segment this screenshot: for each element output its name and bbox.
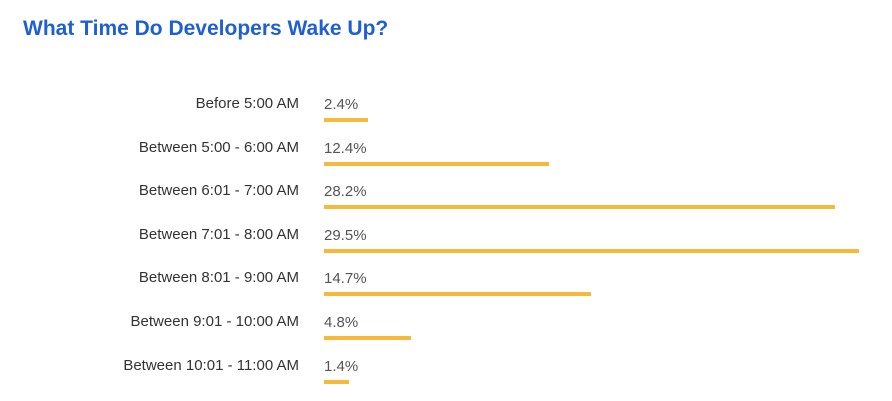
bar-row: Between 10:01 - 11:00 AM 1.4% xyxy=(0,357,892,401)
value-label: 28.2% xyxy=(324,183,367,201)
category-label: Between 10:01 - 11:00 AM xyxy=(123,356,299,374)
bar xyxy=(324,336,411,340)
category-label: Before 5:00 AM xyxy=(195,95,299,112)
bar-row: Between 7:01 - 8:00 AM 29.5% xyxy=(0,226,892,270)
bar-row: Between 8:01 - 9:00 AM 14.7% xyxy=(0,269,892,313)
bar xyxy=(324,118,368,122)
category-label: Between 6:01 - 7:00 AM xyxy=(138,182,299,200)
value-label: 2.4% xyxy=(324,96,359,113)
bar-row: Before 5:00 AM 2.4% xyxy=(0,95,892,139)
bar-row: Between 9:01 - 10:00 AM 4.8% xyxy=(0,313,892,357)
bar xyxy=(324,161,549,166)
value-label: 4.8% xyxy=(324,314,359,331)
category-label: Between 9:01 - 10:00 AM xyxy=(130,313,299,330)
bar-row: Between 6:01 - 7:00 AM 28.2% xyxy=(0,182,892,226)
bar-chart: Before 5:00 AM 2.4% Between 5:00 - 6:00 AM… xyxy=(0,0,892,401)
bar xyxy=(324,292,591,297)
bar xyxy=(324,379,349,384)
bar-row: Between 5:00 - 6:00 AM 12.4% xyxy=(0,139,892,183)
bar xyxy=(324,205,835,210)
value-label: 12.4% xyxy=(324,139,367,157)
value-label: 14.7% xyxy=(324,270,367,288)
category-label: Between 5:00 - 6:00 AM xyxy=(138,138,299,156)
value-label: 29.5% xyxy=(324,226,367,244)
category-label: Between 8:01 - 9:00 AM xyxy=(138,269,299,287)
category-label: Between 7:01 - 8:00 AM xyxy=(138,225,299,243)
bar xyxy=(324,248,859,253)
value-label: 1.4% xyxy=(324,357,359,375)
